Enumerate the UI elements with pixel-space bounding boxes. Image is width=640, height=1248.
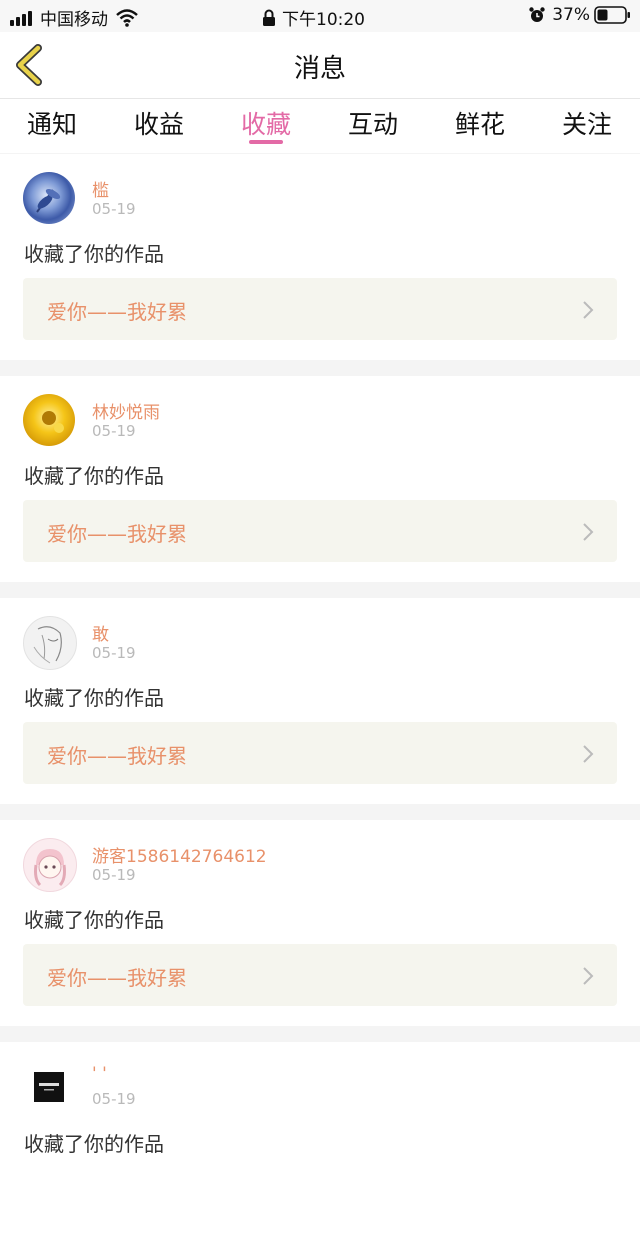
tab-earnings[interactable]: 收益 [119, 105, 199, 141]
work-link[interactable]: 爱你——我好累 [23, 944, 617, 1006]
carrier-label: 中国移动 [40, 10, 108, 30]
signal-icon [10, 10, 34, 26]
clock-time: 下午10:20 [282, 10, 365, 30]
action-text: 收藏了你的作品 [24, 1132, 164, 1156]
action-text: 收藏了你的作品 [24, 908, 164, 932]
tab-flowers[interactable]: 鲜花 [440, 105, 520, 141]
username[interactable]: 林妙悦雨 [92, 398, 160, 423]
message-date: 05-19 [92, 422, 136, 440]
work-title: 爱你——我好累 [47, 966, 187, 990]
message-card: 游客1586142764612 05-19 收藏了你的作品 爱你——我好累 [0, 820, 640, 1026]
message-date: 05-19 [92, 1090, 136, 1108]
sketch-girl-icon [33, 626, 62, 664]
work-link[interactable]: 爱你——我好累 [23, 500, 617, 562]
message-card: 林妙悦雨 05-19 收藏了你的作品 爱你——我好累 [0, 376, 640, 582]
alarm-icon [529, 7, 545, 22]
black-square-avatar-icon [39, 1083, 59, 1091]
blue-flower-icon [36, 188, 61, 213]
nav-header: 消息 [0, 32, 640, 99]
tab-interactions[interactable]: 互动 [333, 105, 413, 141]
message-date: 05-19 [92, 866, 136, 884]
username[interactable]: ' ' [92, 1064, 107, 1084]
tab-follows[interactable]: 关注 [547, 105, 627, 141]
tab-favorites[interactable]: 收藏 [226, 105, 306, 141]
avatar[interactable] [23, 616, 77, 670]
wifi-icon [116, 8, 138, 27]
message-date: 05-19 [92, 200, 136, 218]
action-text: 收藏了你的作品 [24, 686, 164, 710]
work-title: 爱你——我好累 [47, 522, 187, 546]
work-link[interactable]: 爱你——我好累 [23, 722, 617, 784]
chevron-right-icon [583, 745, 594, 763]
avatar[interactable] [23, 172, 75, 224]
page-title: 消息 [293, 54, 346, 84]
action-text: 收藏了你的作品 [24, 242, 164, 266]
chevron-right-icon [583, 967, 594, 985]
pink-girl-icon [34, 849, 66, 887]
yellow-flower-icon [42, 411, 64, 433]
work-link[interactable]: 爱你——我好累 [23, 278, 617, 340]
message-card: ' ' 05-19 收藏了你的作品 [0, 1042, 640, 1248]
avatar[interactable] [23, 838, 77, 892]
status-center: 下午10:20 [262, 5, 365, 30]
chevron-right-icon [583, 301, 594, 319]
active-tab-indicator [249, 140, 283, 144]
message-card: 槛 05-19 收藏了你的作品 爱你——我好累 [0, 154, 640, 360]
battery-percent: 37% [552, 5, 590, 25]
chevron-right-icon [583, 523, 594, 541]
work-title: 爱你——我好累 [47, 300, 187, 324]
battery-icon [594, 6, 630, 24]
status-right: 37% [528, 5, 632, 25]
avatar[interactable] [34, 1072, 64, 1102]
action-text: 收藏了你的作品 [24, 464, 164, 488]
avatar[interactable] [23, 394, 75, 446]
status-left: 中国移动 [10, 5, 138, 30]
lock-icon [263, 9, 275, 26]
username[interactable]: 游客1586142764612 [92, 842, 267, 867]
username[interactable]: 槛 [92, 176, 109, 201]
work-title: 爱你——我好累 [47, 744, 187, 768]
tab-bar: 通知 收益 收藏 互动 鲜花 关注 [0, 99, 640, 153]
status-bar: 中国移动 下午10:20 37% [0, 0, 640, 32]
username[interactable]: 敢 [92, 620, 109, 645]
message-card: 敢 05-19 收藏了你的作品 爱你——我好累 [0, 598, 640, 804]
tab-notifications[interactable]: 通知 [12, 105, 92, 141]
message-date: 05-19 [92, 644, 136, 662]
